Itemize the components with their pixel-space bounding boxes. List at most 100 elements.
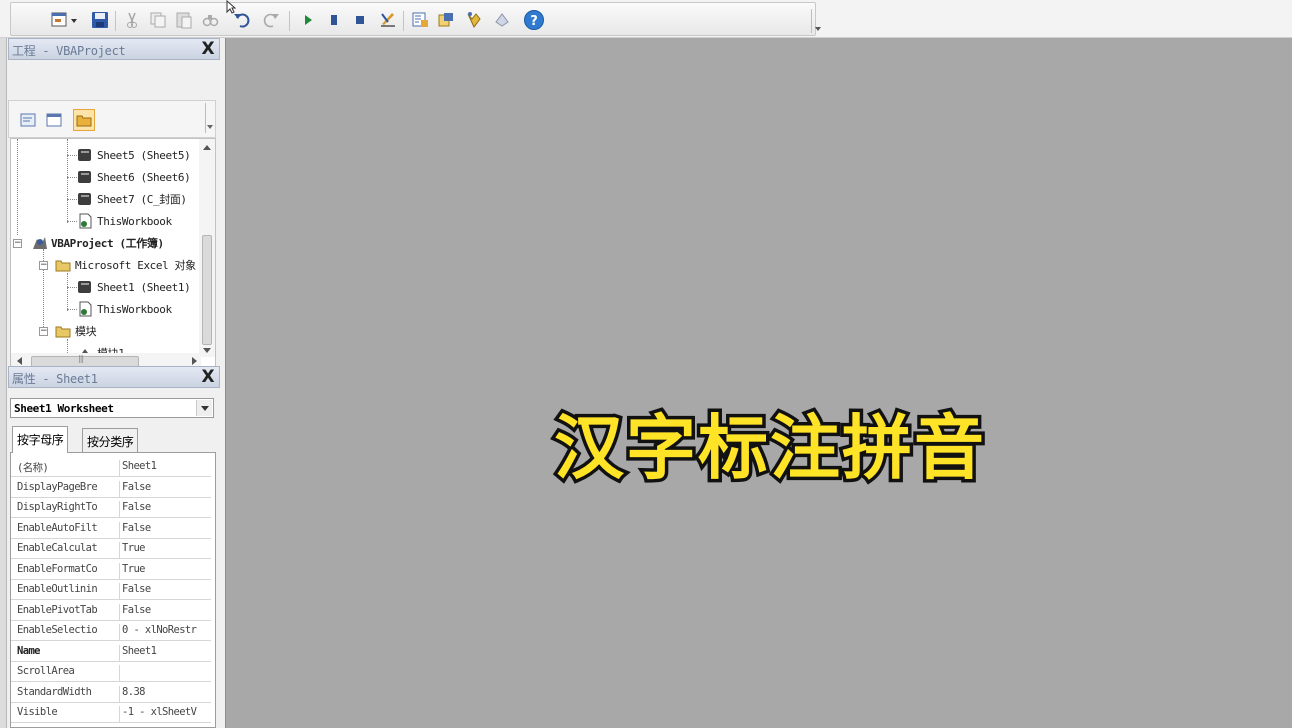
tab-alphabetic[interactable]: 按字母序 [12, 426, 69, 453]
tree-item-thisworkbook-2[interactable]: ThisWorkbook [77, 299, 172, 319]
video-caption: 汉字标注拼音 [551, 403, 988, 492]
tree-item-excel-objects[interactable]: Microsoft Excel 对象 [55, 255, 196, 275]
svg-text:?: ? [530, 14, 538, 29]
tree-item-label: Sheet1 (Sheet1) [97, 280, 191, 294]
properties-window-icon[interactable] [435, 9, 457, 31]
properties-grid: (名称) Sheet1 DisplayPageBre False DisplayRi… [10, 452, 216, 728]
toolbar-overflow-grip[interactable] [205, 103, 213, 133]
collapse-modules-toggle[interactable]: − [39, 327, 48, 336]
worksheet-icon [77, 279, 93, 295]
property-row[interactable]: StandardWidth 8.38 [11, 683, 211, 703]
property-name: EnableFormatCo [17, 563, 98, 575]
property-row[interactable]: EnableSelectio 0 - xlNoRestr [11, 621, 211, 641]
save-icon[interactable] [89, 9, 111, 31]
property-value[interactable]: 0 - xlNoRestr [119, 624, 211, 640]
view-code-icon[interactable] [17, 109, 39, 131]
toolbar-options-grip[interactable] [811, 9, 821, 33]
close-project-explorer-button[interactable]: X [199, 40, 217, 58]
collapse-excel-objects-toggle[interactable]: − [39, 261, 48, 270]
property-value[interactable]: -1 - xlSheetV [119, 706, 211, 722]
view-object-icon[interactable] [43, 109, 65, 131]
property-value[interactable]: False [119, 501, 211, 517]
property-row[interactable]: (名称) Sheet1 [11, 457, 211, 477]
property-row[interactable]: Visible -1 - xlSheetV [11, 703, 211, 723]
project-explorer-title-bar[interactable]: 工程 - VBAProject X [8, 38, 220, 60]
property-name: Visible [17, 706, 58, 718]
property-value[interactable]: Sheet1 [119, 645, 211, 661]
worksheet-icon [77, 191, 93, 207]
dropdown-arrow-icon[interactable] [69, 9, 79, 31]
property-row[interactable]: EnableAutoFilt False [11, 519, 211, 539]
tree-item-sheet6[interactable]: Sheet6 (Sheet6) [77, 167, 191, 187]
tree-item-label: Sheet5 (Sheet5) [97, 148, 191, 162]
property-value[interactable]: False [119, 583, 211, 599]
tree-item-sheet1[interactable]: Sheet1 (Sheet1) [77, 277, 191, 297]
property-row[interactable]: EnablePivotTab False [11, 601, 211, 621]
properties-tabs: 按字母序 按分类序 [10, 426, 214, 453]
property-row[interactable]: Name Sheet1 [11, 642, 211, 662]
folder-icon [55, 257, 71, 273]
redo-icon[interactable] [261, 9, 283, 31]
property-name: EnableOutlinin [17, 583, 98, 595]
toolbar-strip: ? [10, 2, 821, 36]
reset-icon[interactable] [349, 9, 371, 31]
property-name: (名称) [17, 462, 49, 474]
property-value[interactable] [119, 665, 211, 681]
project-tree-vertical-scrollbar[interactable] [199, 139, 215, 357]
toggle-folders-icon[interactable] [73, 109, 95, 131]
tab-categorized[interactable]: 按分类序 [82, 428, 139, 452]
property-name: StandardWidth [17, 686, 92, 698]
find-icon[interactable] [199, 9, 221, 31]
folder-icon [55, 323, 71, 339]
property-value[interactable]: False [119, 604, 211, 620]
chevron-down-icon[interactable] [196, 400, 212, 416]
object-browser-icon[interactable] [463, 9, 485, 31]
break-icon[interactable] [323, 9, 345, 31]
tree-item-vbaproject[interactable]: VBAProject (工作簿) [31, 233, 164, 253]
project-tree: Sheet5 (Sheet5) Sheet6 (Sheet6) Sheet7 (… [10, 138, 216, 370]
tree-item-label: Sheet6 (Sheet6) [97, 170, 191, 184]
run-icon[interactable] [297, 9, 319, 31]
object-selector[interactable]: Sheet1 Worksheet [10, 398, 214, 418]
property-value[interactable]: False [119, 522, 211, 538]
object-selector-value: Sheet1 Worksheet [14, 402, 114, 415]
scroll-up-arrow-icon[interactable] [203, 145, 211, 150]
property-value[interactable]: 8.38 [119, 686, 211, 702]
help-icon[interactable]: ? [523, 9, 545, 31]
tree-item-modules[interactable]: 模块 [55, 321, 97, 341]
property-value[interactable]: False [119, 481, 211, 497]
tree-item-sheet7[interactable]: Sheet7 (C_封面) [77, 189, 187, 209]
property-value[interactable]: Sheet1 [119, 460, 211, 476]
close-properties-button[interactable]: X [199, 368, 217, 386]
property-row[interactable]: ScrollArea [11, 662, 211, 682]
mouse-cursor-icon [226, 0, 237, 14]
collapse-vbaproject-toggle[interactable]: − [13, 239, 22, 248]
insert-userform-icon[interactable] [49, 9, 71, 31]
vba-project-icon [31, 235, 47, 251]
copy-icon[interactable] [147, 9, 169, 31]
property-row[interactable]: EnableOutlinin False [11, 580, 211, 600]
design-mode-icon[interactable] [377, 9, 399, 31]
property-value[interactable]: True [119, 542, 211, 558]
toolbox-icon[interactable] [491, 9, 513, 31]
paste-icon[interactable] [173, 9, 195, 31]
scroll-right-arrow-icon[interactable] [192, 357, 197, 365]
tree-item-thisworkbook[interactable]: ThisWorkbook [77, 211, 172, 231]
scroll-thumb[interactable] [202, 235, 212, 345]
property-row[interactable]: EnableFormatCo True [11, 560, 211, 580]
project-explorer-toolbar [8, 100, 216, 138]
cut-icon[interactable] [121, 9, 143, 31]
property-name: EnableAutoFilt [17, 522, 98, 534]
project-explorer-icon[interactable] [409, 9, 431, 31]
scroll-left-arrow-icon[interactable] [17, 357, 22, 365]
scroll-down-arrow-icon[interactable] [203, 348, 211, 353]
left-dock: 工程 - VBAProject X Sheet5 (Sheet5) Sheet6… [0, 38, 226, 728]
tree-item-label: VBAProject (工作簿) [51, 237, 164, 250]
property-row[interactable]: DisplayPageBre False [11, 478, 211, 498]
property-row[interactable]: DisplayRightTo False [11, 498, 211, 518]
tree-item-label: ThisWorkbook [97, 302, 172, 316]
tree-item-sheet5[interactable]: Sheet5 (Sheet5) [77, 145, 191, 165]
property-row[interactable]: EnableCalculat True [11, 539, 211, 559]
properties-title-bar[interactable]: 属性 - Sheet1 X [8, 366, 220, 388]
property-value[interactable]: True [119, 563, 211, 579]
